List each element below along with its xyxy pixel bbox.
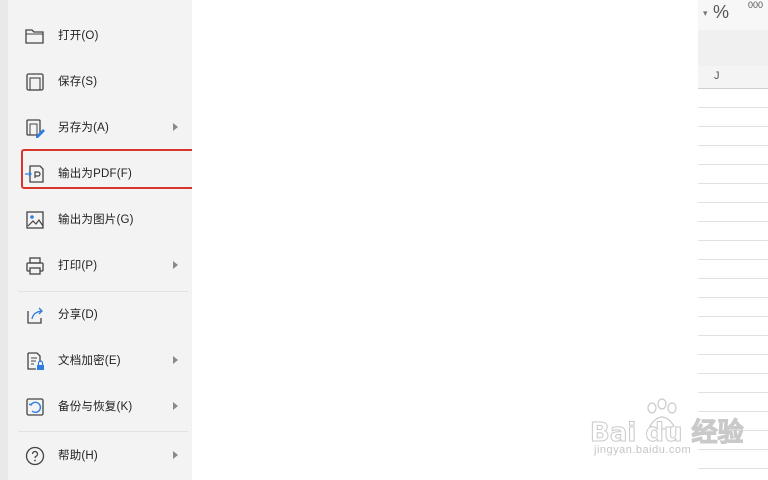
formula-bar <box>698 30 768 67</box>
document-encrypt-icon <box>24 350 46 372</box>
menu-item-open[interactable]: 打开(O) <box>8 15 192 55</box>
menu-item-share[interactable]: 分享(D) <box>8 294 192 334</box>
help-icon <box>24 445 46 467</box>
menu-divider <box>18 291 188 292</box>
menu-item-label: 分享(D) <box>58 309 98 321</box>
menu-item-save-as[interactable]: 另存为(A) <box>8 107 192 147</box>
menu-item-print[interactable]: 打印(P) <box>8 245 192 285</box>
dropdown-arrow-icon[interactable]: ▾ <box>703 8 708 19</box>
file-menu: 打开(O) 保存(S) 另存为(A) 输出为PDF(F) 输出为图片(G) 打印… <box>8 0 192 480</box>
left-window-strip <box>0 0 8 480</box>
menu-item-label: 输出为图片(G) <box>58 214 134 226</box>
watermark-url: jingyan.baidu.com <box>594 444 692 456</box>
save-icon <box>24 71 46 93</box>
submenu-arrow-icon <box>173 451 178 459</box>
menu-item-save[interactable]: 保存(S) <box>8 61 192 101</box>
menu-item-encrypt[interactable]: 文档加密(E) <box>8 340 192 380</box>
save-as-icon <box>24 117 46 139</box>
menu-item-label: 文档加密(E) <box>58 355 121 367</box>
ribbon-toolbar: ▾ % 000 <box>698 0 768 30</box>
share-icon <box>24 304 46 326</box>
menu-item-label: 另存为(A) <box>58 122 110 134</box>
folder-open-icon <box>24 25 46 47</box>
backup-restore-icon <box>24 396 46 418</box>
menu-item-label: 帮助(H) <box>58 450 98 462</box>
menu-item-export-image[interactable]: 输出为图片(G) <box>8 199 192 239</box>
submenu-arrow-icon <box>173 261 178 269</box>
menu-item-help[interactable]: 帮助(H) <box>8 435 192 475</box>
thousands-format-button[interactable]: 000 <box>748 1 763 10</box>
menu-item-label: 打开(O) <box>58 30 99 42</box>
percent-format-button[interactable]: % <box>713 2 729 23</box>
menu-item-label: 保存(S) <box>58 76 98 88</box>
watermark: Bai du 经验 jingyan.baidu.com <box>590 398 744 468</box>
submenu-arrow-icon <box>173 402 178 410</box>
menu-item-label: 备份与恢复(K) <box>58 401 133 413</box>
menu-divider <box>18 431 188 432</box>
column-header[interactable]: J <box>698 66 768 89</box>
menu-item-label: 打印(P) <box>58 260 98 272</box>
menu-item-backup[interactable]: 备份与恢复(K) <box>8 386 192 426</box>
submenu-arrow-icon <box>173 356 178 364</box>
export-image-icon <box>24 209 46 231</box>
printer-icon <box>24 255 46 277</box>
column-header-label: J <box>714 70 720 82</box>
submenu-arrow-icon <box>173 123 178 131</box>
